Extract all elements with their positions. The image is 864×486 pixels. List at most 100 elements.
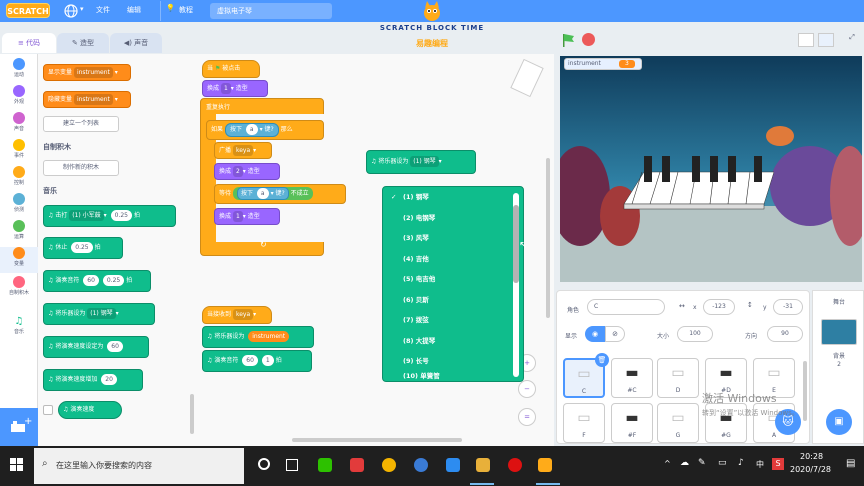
large-stage-icon[interactable] bbox=[818, 33, 834, 47]
feather-app-icon[interactable] bbox=[446, 458, 460, 472]
ime-indicator[interactable]: S bbox=[772, 458, 784, 470]
switch-costume-block-3[interactable]: 换成 1 ▾ 造型 bbox=[214, 208, 280, 225]
sprite-thumb[interactable]: ▭ F bbox=[563, 403, 605, 443]
network-icon[interactable]: ▭ bbox=[718, 458, 727, 468]
y-input[interactable]: -31 bbox=[773, 299, 803, 315]
chevron-down-icon[interactable]: ▾ bbox=[80, 5, 84, 13]
edit-menu[interactable]: 编辑 bbox=[127, 5, 141, 15]
broadcast-block[interactable]: 广播 keya ▾ bbox=[214, 142, 272, 159]
category-motion[interactable]: 运动 bbox=[0, 58, 38, 78]
variable-monitor[interactable]: instrument 3 bbox=[564, 58, 642, 70]
globe-icon[interactable] bbox=[64, 4, 78, 20]
add-extension-button[interactable]: + bbox=[0, 408, 38, 446]
when-receive-block[interactable]: 当接收到 keya ▾ bbox=[202, 306, 272, 324]
hide-eye-icon[interactable]: ⊘ bbox=[605, 326, 625, 342]
category-operators[interactable]: 运算 bbox=[0, 220, 38, 240]
tab-costumes[interactable]: ✎ 造型 bbox=[57, 33, 109, 53]
stop-button[interactable] bbox=[582, 33, 595, 46]
pen-icon[interactable]: ✎ bbox=[698, 458, 706, 468]
taskbar-search-box[interactable]: ⌕ 在这里输入你要搜索的内容 bbox=[34, 448, 244, 484]
file-explorer-icon[interactable] bbox=[476, 458, 490, 472]
change-tempo-block[interactable]: ♫ 将演奏速度增加 20 bbox=[43, 369, 143, 391]
language-indicator[interactable]: 中 bbox=[756, 459, 764, 470]
zoom-reset-icon[interactable]: = bbox=[518, 408, 536, 426]
category-control[interactable]: 控制 bbox=[0, 166, 38, 186]
wait-until-block[interactable]: 等待 按下 a ▾ 键? 不成立 bbox=[214, 184, 346, 204]
sprite-thumb[interactable]: ▭ D bbox=[657, 358, 699, 398]
tab-code[interactable]: ≡ 代码 bbox=[2, 33, 56, 53]
dropdown-item[interactable]: (6) 贝斯 bbox=[383, 290, 523, 311]
script-vscrollbar[interactable] bbox=[546, 158, 550, 318]
category-events[interactable]: 事件 bbox=[0, 139, 38, 159]
dropdown-item[interactable]: (8) 大提琴 bbox=[383, 331, 523, 352]
clock-time[interactable]: 20:28 bbox=[800, 452, 823, 461]
small-stage-icon[interactable] bbox=[798, 33, 814, 47]
sprite-thumb[interactable]: ▬ #C bbox=[611, 358, 653, 398]
switch-costume-block[interactable]: 换成 1 ▾ 造型 bbox=[202, 80, 268, 97]
floating-set-instrument-block[interactable]: ♫ 将乐器设为 (1) 钢琴 ▾ bbox=[366, 150, 476, 174]
make-list-button[interactable]: 建立一个列表 bbox=[43, 116, 119, 132]
category-myblocks[interactable]: 自制积木 bbox=[0, 276, 38, 296]
tray-chevron-icon[interactable]: ^ bbox=[664, 459, 671, 468]
play-note-block[interactable]: ♫ 演奏音符 60 0.25 拍 bbox=[43, 270, 151, 292]
tempo-monitor-checkbox[interactable] bbox=[43, 405, 53, 415]
project-title-input[interactable]: 虚拟电子琴 bbox=[210, 3, 332, 19]
record-icon[interactable] bbox=[508, 458, 522, 472]
task-view-icon[interactable] bbox=[286, 459, 298, 471]
dropdown-item[interactable]: (2) 电钢琴 bbox=[383, 208, 523, 229]
cortana-icon[interactable] bbox=[258, 458, 270, 470]
set-instrument-var-block[interactable]: ♫ 将乐器设为 instrument bbox=[202, 326, 314, 348]
windows-start-icon[interactable] bbox=[10, 458, 24, 472]
green-flag-button[interactable] bbox=[560, 32, 576, 48]
dropdown-item[interactable]: (4) 吉他 bbox=[383, 249, 523, 270]
if-block[interactable]: 如果 按下 a ▾ 键? 那么 bbox=[206, 120, 324, 140]
dropdown-item[interactable]: (7) 拨弦 bbox=[383, 310, 523, 331]
sprite-thumb[interactable]: ▭ G bbox=[657, 403, 699, 443]
fullscreen-icon[interactable]: ⤢ bbox=[844, 33, 860, 47]
chrome-icon[interactable] bbox=[382, 458, 396, 472]
sprite-list-scrollbar[interactable] bbox=[803, 361, 807, 421]
set-instrument-block[interactable]: ♫ 将乐器设为 (1) 钢琴 ▾ bbox=[43, 303, 155, 325]
play-drum-block[interactable]: ♫ 击打 (1) 小军鼓 ▾ 0.25 拍 bbox=[43, 205, 176, 227]
stage-canvas[interactable]: instrument 3 bbox=[560, 56, 862, 282]
delete-sprite-icon[interactable]: 🗑 bbox=[595, 353, 609, 367]
category-music[interactable]: ♫ 音乐 bbox=[0, 316, 38, 335]
rest-block[interactable]: ♫ 休止 0.25 拍 bbox=[43, 237, 123, 259]
category-sound[interactable]: 声音 bbox=[0, 112, 38, 132]
direction-input[interactable]: 90 bbox=[767, 326, 803, 342]
palette-scrollbar[interactable] bbox=[190, 394, 194, 434]
switch-costume-block-2[interactable]: 换成 2 ▾ 造型 bbox=[214, 163, 280, 180]
show-eye-icon[interactable]: ◉ bbox=[585, 326, 605, 342]
sprite-thumb[interactable]: ▬ #F bbox=[611, 403, 653, 443]
sprite-name-input[interactable]: C bbox=[587, 299, 665, 315]
scratch-app-icon[interactable] bbox=[538, 458, 552, 472]
show-variable-block[interactable]: 显示变量 instrument ▾ bbox=[43, 64, 131, 81]
browser-icon[interactable] bbox=[414, 458, 428, 472]
app-icon[interactable] bbox=[350, 458, 364, 472]
dropdown-scrollbar[interactable] bbox=[513, 193, 519, 377]
piano-keyboard[interactable] bbox=[614, 152, 774, 212]
tutorials-menu[interactable]: 教程 bbox=[179, 5, 193, 15]
play-note-script-block[interactable]: ♫ 演奏音符 60 1 拍 bbox=[202, 350, 312, 372]
when-flag-clicked-block[interactable]: 当 ⚑ 被点击 bbox=[202, 60, 260, 78]
dropdown-item[interactable]: (5) 电吉他 bbox=[383, 269, 523, 290]
zoom-out-icon[interactable]: − bbox=[518, 380, 536, 398]
cloud-icon[interactable]: ☁ bbox=[680, 458, 689, 468]
backdrop-thumb[interactable] bbox=[821, 319, 857, 345]
tempo-reporter-block[interactable]: ♫ 演奏速度 bbox=[58, 401, 122, 419]
add-backdrop-button[interactable]: ▣ bbox=[826, 409, 852, 435]
clock-date[interactable]: 2020/7/28 bbox=[790, 465, 831, 474]
dropdown-item[interactable]: (9) 长号 bbox=[383, 351, 523, 372]
file-menu[interactable]: 文件 bbox=[96, 5, 110, 15]
scratch-logo[interactable]: SCRATCH bbox=[6, 3, 50, 18]
size-input[interactable]: 100 bbox=[677, 326, 713, 342]
set-tempo-block[interactable]: ♫ 将演奏速度设定为 60 bbox=[43, 336, 149, 358]
tutorials-icon[interactable]: 💡 bbox=[166, 4, 175, 12]
tab-sounds[interactable]: ◀) 声音 bbox=[110, 33, 162, 53]
wechat-icon[interactable] bbox=[318, 458, 332, 472]
script-hscrollbar[interactable] bbox=[292, 438, 462, 442]
dropdown-item[interactable]: (3) 风琴 bbox=[383, 228, 523, 249]
make-block-button[interactable]: 制作新的积木 bbox=[43, 160, 119, 176]
dropdown-item[interactable]: ✓ (1) 钢琴 bbox=[383, 187, 523, 208]
volume-icon[interactable]: ♪ bbox=[738, 458, 744, 468]
